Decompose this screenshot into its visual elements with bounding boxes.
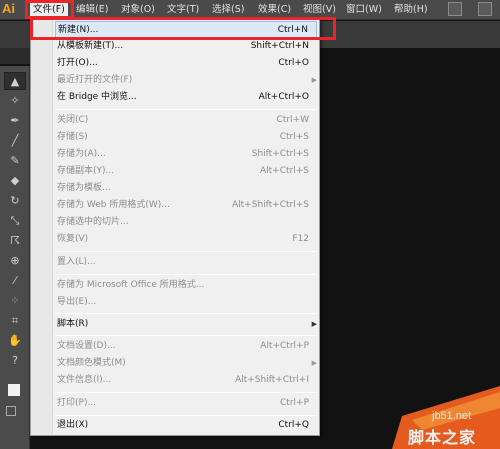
menu-item-label: 存储选中的切片... — [57, 217, 129, 227]
menu-item-label: 存储为 Web 所用格式(W)... — [57, 200, 170, 210]
menu-item-label: 关闭(C) — [57, 115, 89, 125]
menu-item-print[interactable]: 打印(P)... Ctrl+P — [55, 395, 317, 412]
menu-item-shortcut: Ctrl+W — [276, 115, 309, 125]
submenu-arrow-icon: ▶ — [311, 320, 317, 328]
menu-item-shortcut: Ctrl+Q — [278, 420, 309, 430]
workspace-switcher-icon[interactable] — [448, 2, 462, 16]
menu-item-save[interactable]: 存储(S) Ctrl+S — [55, 129, 317, 146]
menu-item-shortcut: Shift+Ctrl+S — [251, 149, 309, 159]
menu-item-label: 在 Bridge 中浏览... — [57, 92, 137, 102]
fill-swatch[interactable] — [8, 384, 20, 396]
menu-item-label: 文档颜色模式(M) — [57, 358, 126, 368]
hand-icon[interactable]: ✋ — [4, 332, 26, 350]
menu-item-revert[interactable]: 恢复(V) F12 — [55, 231, 317, 248]
menu-item-shortcut: Ctrl+S — [279, 132, 309, 142]
menu-item-label: 退出(X) — [57, 420, 89, 430]
menu-item-label: 从模板新建(T)... — [57, 41, 124, 51]
menu-item-shortcut: Alt+Shift+Ctrl+I — [235, 375, 309, 385]
menu-gutter — [31, 19, 53, 435]
menu-item-shortcut: F12 — [292, 234, 309, 244]
line-icon[interactable]: ╱ — [4, 132, 26, 150]
menu-item-shortcut: Alt+Ctrl+P — [260, 341, 309, 351]
stroke-swatch[interactable] — [6, 406, 16, 416]
menu-item-label: 置入(L)... — [57, 257, 96, 267]
menu-item-scripts[interactable]: 脚本(R) ▶ — [55, 316, 317, 333]
menu-item-recent-files[interactable]: 最近打开的文件(F) ▶ — [55, 72, 317, 89]
menu-item-label: 恢复(V) — [57, 234, 89, 244]
menu-item-label: 存储为(A)... — [57, 149, 106, 159]
rotate-icon[interactable]: ↻ — [4, 192, 26, 210]
menu-object[interactable]: 对象(O) — [118, 2, 158, 18]
highlight-box-new-item — [30, 17, 336, 40]
menu-item-shortcut: Alt+Ctrl+S — [260, 166, 309, 176]
eraser-icon[interactable]: ◆ — [4, 172, 26, 190]
menu-item-label: 存储为模板... — [57, 183, 111, 193]
selection-tool-icon[interactable]: ▲ — [4, 72, 26, 90]
menu-item-document-setup[interactable]: 文档设置(D)... Alt+Ctrl+P — [55, 338, 317, 355]
menu-item-save-as-template[interactable]: 存储为模板... — [55, 180, 317, 197]
menu-item-label: 最近打开的文件(F) — [57, 75, 133, 85]
toolbox: ▲ ✧ ✒ ╱ ✎ ◆ ↻ ⤡ ☈ ⊕ ⁄ ⁘ ⌗ ✋ ? — [0, 66, 30, 449]
magic-wand-icon[interactable]: ✧ — [4, 92, 26, 110]
menu-item-shortcut: Ctrl+P — [280, 398, 309, 408]
scale-icon[interactable]: ⤡ — [4, 212, 26, 230]
menu-item-save-selected-slices[interactable]: 存储选中的切片... — [55, 214, 317, 231]
menu-item-new-from-template[interactable]: 从模板新建(T)... Shift+Ctrl+N — [55, 38, 317, 55]
layout-icon[interactable] — [478, 2, 492, 16]
symbol-sprayer-icon[interactable]: ⁘ — [4, 292, 26, 310]
menu-effect[interactable]: 效果(C) — [255, 2, 294, 18]
menu-item-label: 存储(S) — [57, 132, 88, 142]
menu-item-export[interactable]: 导出(E)... — [55, 294, 317, 311]
warp-icon[interactable]: ☈ — [4, 232, 26, 250]
menu-item-browse-in-bridge[interactable]: 在 Bridge 中浏览... Alt+Ctrl+O — [55, 89, 317, 106]
shape-builder-icon[interactable]: ⊕ — [4, 252, 26, 270]
menu-item-shortcut: Ctrl+O — [278, 58, 309, 68]
menu-item-label: 脚本(R) — [57, 319, 89, 329]
menu-item-shortcut: Alt+Ctrl+O — [258, 92, 309, 102]
menu-view[interactable]: 视图(V) — [300, 2, 339, 18]
menu-separator — [55, 251, 317, 252]
menu-item-label: 文件信息(I)... — [57, 375, 112, 385]
menu-item-save-copy[interactable]: 存储副本(Y)... Alt+Ctrl+S — [55, 163, 317, 180]
menu-separator — [55, 109, 317, 110]
menu-item-label: 存储副本(Y)... — [57, 166, 115, 176]
menu-item-file-info[interactable]: 文件信息(I)... Alt+Shift+Ctrl+I — [55, 372, 317, 389]
watermark-url: jb51.net — [432, 410, 472, 422]
menu-item-save-for-web[interactable]: 存储为 Web 所用格式(W)... Alt+Shift+Ctrl+S — [55, 197, 317, 214]
paintbrush-icon[interactable]: ✎ — [4, 152, 26, 170]
menu-item-label: 导出(E)... — [57, 297, 97, 307]
menu-item-save-as[interactable]: 存储为(A)... Shift+Ctrl+S — [55, 146, 317, 163]
menu-item-exit[interactable]: 退出(X) Ctrl+Q — [55, 417, 317, 434]
menu-item-label: 打印(P)... — [57, 398, 97, 408]
menu-item-shortcut: Alt+Shift+Ctrl+S — [232, 200, 309, 210]
menu-separator — [55, 392, 317, 393]
menu-window[interactable]: 窗口(W) — [343, 2, 385, 18]
menu-separator — [55, 274, 317, 275]
menu-separator — [55, 335, 317, 336]
menu-item-shortcut: Shift+Ctrl+N — [250, 41, 309, 51]
submenu-arrow-icon: ▶ — [311, 359, 317, 367]
watermark-site-name: 脚本之家 — [408, 428, 477, 447]
menu-item-open[interactable]: 打开(O)... Ctrl+O — [55, 55, 317, 72]
submenu-arrow-icon: ▶ — [311, 76, 317, 84]
menu-item-label: 打开(O)... — [57, 58, 98, 68]
menu-separator — [55, 313, 317, 314]
menu-item-close[interactable]: 关闭(C) Ctrl+W — [55, 112, 317, 129]
app-logo: Ai — [2, 1, 15, 16]
menu-separator — [55, 415, 317, 416]
menu-item-label: 文档设置(D)... — [57, 341, 116, 351]
menu-select[interactable]: 选择(S) — [209, 2, 247, 18]
file-menu-dropdown: 新建(N)... Ctrl+N 从模板新建(T)... Shift+Ctrl+N… — [30, 18, 320, 436]
menu-type[interactable]: 文字(T) — [164, 2, 202, 18]
menu-help[interactable]: 帮助(H) — [391, 2, 431, 18]
menu-item-save-for-office[interactable]: 存储为 Microsoft Office 所用格式... — [55, 277, 317, 294]
help-icon[interactable]: ? — [4, 352, 26, 370]
eyedropper-icon[interactable]: ⁄ — [4, 272, 26, 290]
menu-edit[interactable]: 编辑(E) — [73, 2, 111, 18]
menu-item-place[interactable]: 置入(L)... — [55, 254, 317, 271]
pen-icon[interactable]: ✒ — [4, 112, 26, 130]
menu-item-label: 存储为 Microsoft Office 所用格式... — [57, 280, 205, 290]
menu-item-document-color-mode[interactable]: 文档颜色模式(M) ▶ — [55, 355, 317, 372]
artboard-icon[interactable]: ⌗ — [4, 312, 26, 330]
